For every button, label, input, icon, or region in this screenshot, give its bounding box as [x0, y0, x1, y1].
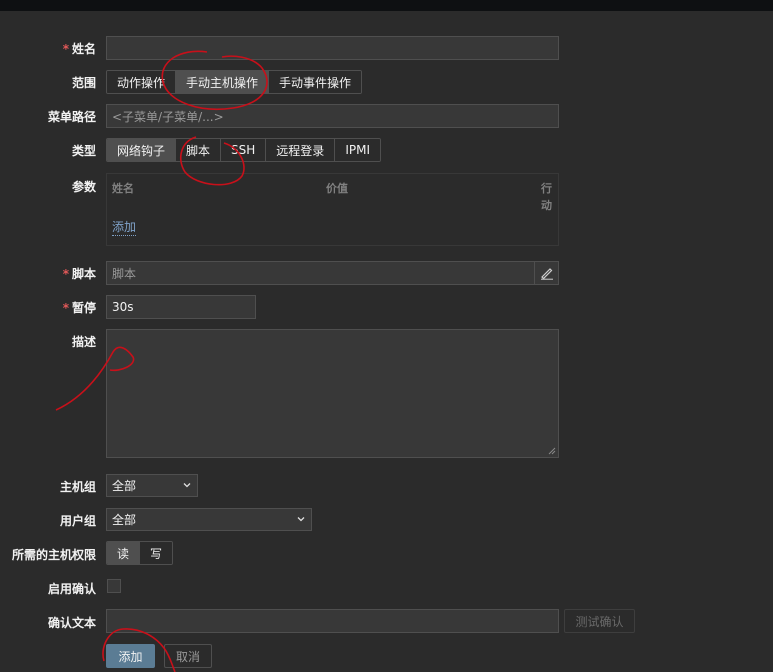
cancel-button[interactable]: 取消	[164, 644, 212, 668]
user-group-label: 用户组	[59, 514, 96, 528]
user-group-value: 全部	[112, 513, 137, 527]
name-label-text: 姓名	[71, 42, 96, 56]
scope-label: 范围	[71, 76, 96, 90]
name-input[interactable]	[106, 36, 559, 60]
script-placeholder: 脚本	[112, 266, 137, 281]
top-bar-spacer	[0, 11, 773, 19]
script-label: * 脚本	[63, 265, 96, 282]
host-group-value: 全部	[112, 479, 137, 493]
script-edit-button[interactable]	[534, 262, 558, 284]
confirm-enable-checkbox[interactable]	[107, 579, 121, 593]
required-marker: *	[62, 267, 69, 281]
timeout-label-text: 暂停	[71, 301, 96, 315]
timeout-label: * 暂停	[63, 299, 96, 316]
menu-path-input[interactable]: <子菜单/子菜单/...>	[106, 104, 559, 128]
permission-option-write[interactable]: 写	[140, 542, 173, 564]
host-permission-label: 所需的主机权限	[11, 548, 96, 562]
description-label: 描述	[71, 335, 96, 349]
timeout-value: 30s	[112, 300, 134, 314]
type-segmented: 网络钩子 脚本 SSH 远程登录 IPMI	[106, 138, 381, 162]
type-option-script[interactable]: 脚本	[176, 139, 222, 161]
params-col-value: 价值	[326, 182, 348, 195]
params-add-link[interactable]: 添加	[112, 218, 137, 236]
scope-option-action[interactable]: 动作操作	[107, 71, 177, 93]
confirm-enable-label: 启用确认	[47, 582, 96, 596]
type-option-telnet[interactable]: 远程登录	[266, 139, 336, 161]
type-option-ipmi[interactable]: IPMI	[335, 139, 380, 161]
top-bar	[0, 0, 773, 11]
chevron-down-icon	[297, 517, 305, 522]
menu-path-label: 菜单路径	[47, 110, 96, 124]
menu-path-placeholder: <子菜单/子菜单/...>	[112, 109, 224, 124]
resize-handle-icon[interactable]	[548, 447, 556, 455]
scope-segmented: 动作操作 手动主机操作 手动事件操作	[106, 70, 363, 94]
script-input[interactable]: 脚本	[106, 261, 559, 285]
name-label: * 姓名	[63, 40, 96, 57]
confirm-text-label: 确认文本	[47, 616, 96, 630]
chevron-down-icon	[183, 483, 191, 488]
pencil-icon	[540, 268, 553, 280]
timeout-input[interactable]: 30s	[106, 295, 256, 319]
host-permission-segmented: 读 写	[106, 541, 174, 565]
script-label-text: 脚本	[71, 267, 96, 281]
params-label: 参数	[71, 180, 96, 194]
test-confirm-button[interactable]: 测试确认	[564, 609, 635, 633]
type-label: 类型	[71, 144, 96, 158]
required-marker: *	[62, 42, 69, 56]
params-col-action-2: 动	[541, 199, 552, 212]
description-textarea[interactable]	[106, 329, 559, 458]
permission-option-read[interactable]: 读	[107, 542, 141, 564]
confirm-text-input[interactable]	[106, 609, 559, 633]
type-option-webhook[interactable]: 网络钩子	[107, 139, 177, 161]
params-col-name: 姓名	[112, 182, 134, 195]
host-group-select[interactable]: 全部	[106, 474, 198, 497]
add-button[interactable]: 添加	[106, 644, 155, 668]
params-col-action-1: 行	[541, 182, 552, 195]
scope-option-manual-event[interactable]: 手动事件操作	[269, 71, 362, 93]
type-option-ssh[interactable]: SSH	[221, 139, 267, 161]
scope-option-manual-host[interactable]: 手动主机操作	[176, 71, 270, 93]
required-marker: *	[62, 301, 69, 315]
host-group-label: 主机组	[59, 480, 96, 494]
user-group-select[interactable]: 全部	[106, 508, 312, 531]
params-table: 姓名 价值 行 动 添加	[106, 173, 559, 246]
